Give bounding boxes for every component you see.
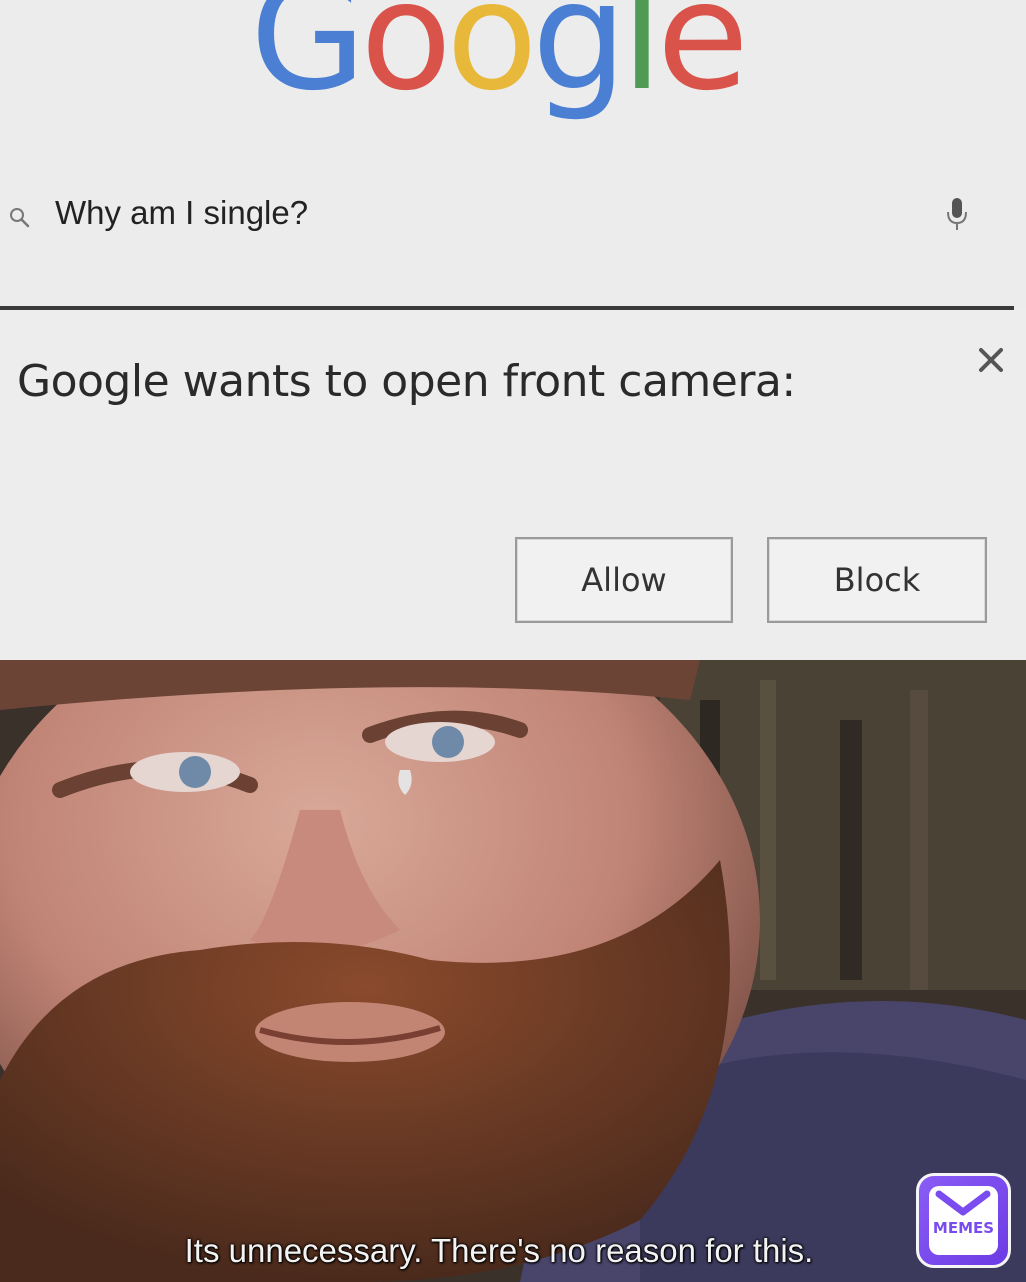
logo-letter: g	[531, 0, 627, 124]
reaction-photo-illustration	[0, 660, 1026, 1282]
divider	[0, 306, 1014, 310]
logo-letter: e	[656, 0, 749, 124]
allow-button[interactable]: Allow	[515, 537, 733, 623]
memes-label: MEMES	[932, 1219, 995, 1237]
logo-letter: l	[621, 0, 663, 124]
dialog-message: Google wants to open front camera:	[17, 356, 796, 407]
logo-letter: G	[250, 0, 366, 124]
close-icon[interactable]	[975, 344, 1007, 376]
meme-screenshot: Google Why am I single? Google wants to …	[0, 0, 1026, 1282]
logo-letter: o	[360, 0, 452, 124]
microphone-icon[interactable]	[942, 194, 972, 234]
camera-permission-dialog: Google wants to open front camera: Allow…	[0, 312, 1010, 658]
memes-watermark: MEMES	[916, 1173, 1011, 1268]
logo-letter: o	[446, 0, 538, 124]
photo-caption: Its unnecessary. There's no reason for t…	[184, 1232, 814, 1269]
search-icon	[10, 208, 30, 228]
reaction-photo: Its unnecessary. There's no reason for t…	[0, 660, 1026, 1282]
search-panel: Google Why am I single?	[0, 0, 1026, 310]
search-bar[interactable]: Why am I single?	[0, 180, 1026, 250]
google-logo: Google	[250, 0, 749, 124]
search-query[interactable]: Why am I single?	[55, 194, 308, 232]
block-button[interactable]: Block	[767, 537, 987, 623]
